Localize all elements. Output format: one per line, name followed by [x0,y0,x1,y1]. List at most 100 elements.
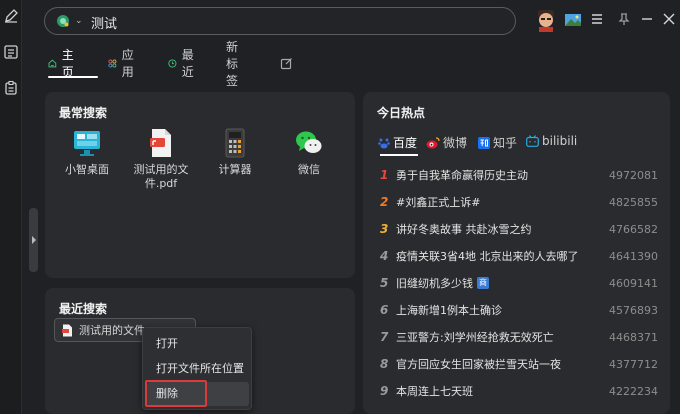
hot-title[interactable]: 勇于自我革命赢得历史主动 [396,167,528,183]
zhihu-icon [478,136,490,149]
app-tile-wechat[interactable]: 微信 [279,128,339,177]
delete-highlight-box [145,380,207,407]
hot-count: 4972081 [609,168,658,182]
hot-title-text: 本周连上七天班 [396,385,473,398]
hot-item[interactable]: 6 上海新增1例本土确诊 4576893 [380,300,662,320]
hot-title-text: 旧缝纫机多少钱 [396,277,473,290]
active-tab-indicator [48,76,98,78]
pin-icon[interactable] [617,12,631,26]
tab-label: 最近 [181,48,194,79]
frequent-title: 最常搜索 [59,106,108,120]
source-tab-zhihu[interactable]: 知乎 [478,134,517,151]
hot-title[interactable]: 本周连上七天班 [396,383,473,399]
menu-icon[interactable] [590,12,604,26]
active-source-indicator [380,154,418,156]
hot-count: 4766582 [609,222,658,236]
hot-item[interactable]: 7 三亚警方:刘学州经抢救无效死亡 4468371 [380,327,662,347]
weibo-icon [426,136,440,148]
avatar[interactable] [535,8,557,32]
edit-tab-icon [280,57,292,69]
hot-count: 4377712 [609,357,658,371]
desktop-icon [74,131,100,156]
bilibili-icon [526,135,539,147]
chevron-down-icon[interactable]: ⌄ [75,16,83,26]
hot-count: 4641390 [609,249,658,263]
source-label: bilibili [542,134,578,148]
hot-rank: 2 [380,195,389,209]
source-label: 知乎 [493,136,518,150]
search-engine-icon[interactable] [56,14,70,28]
hot-title[interactable]: 官方回应女生回家被拦雪天站一夜 [396,356,561,372]
tab-apps[interactable]: 应用 [108,48,138,79]
hot-title[interactable]: 三亚警方:刘学州经抢救无效死亡 [396,329,554,345]
hot-rank: 9 [380,384,389,398]
pdf-file-icon [150,129,171,157]
clock-icon [168,58,177,68]
hot-item[interactable]: 5 旧缝纫机多少钱商 4609141 [380,273,662,293]
hot-title-text: 疫情关联3省4地 北京出来的人去哪了 [396,250,579,263]
wallpaper-icon[interactable] [565,14,581,26]
tab-home[interactable]: 主页 [48,48,78,79]
hot-item[interactable]: 9 本周连上七天班 4222234 [380,381,662,401]
tab-label: 主页 [61,48,74,79]
hot-item[interactable]: 2 #刘鑫正式上诉# 4825855 [380,192,662,212]
recent-title: 最近搜索 [59,302,108,316]
calculator-icon [225,128,245,158]
hot-title[interactable]: 旧缝纫机多少钱商 [396,275,489,291]
menu-item-open-location[interactable]: 打开文件所在位置 [147,357,249,381]
hot-title[interactable]: 上海新增1例本土确诊 [396,302,502,318]
calendar-list-icon[interactable] [3,44,19,60]
minimize-icon[interactable] [640,12,654,26]
hot-count: 4825855 [609,195,658,209]
hot-title: 今日热点 [377,106,426,120]
tab-edit[interactable] [280,52,293,74]
menu-item-open[interactable]: 打开 [147,332,249,356]
hot-rank: 3 [380,222,389,236]
hot-item[interactable]: 4 疫情关联3省4地 北京出来的人去哪了 4641390 [380,246,662,266]
search-input[interactable]: 测试 [91,13,117,32]
hot-rank: 8 [380,357,389,371]
hot-title[interactable]: 讲好冬奥故事 共赴冰雪之约 [396,221,532,237]
hot-title[interactable]: #刘鑫正式上诉# [396,194,480,210]
pdf-file-icon [62,324,72,336]
hot-item[interactable]: 1 勇于自我革命赢得历史主动 4972081 [380,165,662,185]
hot-count: 4222234 [609,384,658,398]
hot-title-text: #刘鑫正式上诉# [396,196,481,209]
search-bar[interactable]: ⌄ 测试 [44,7,516,35]
panel-collapse-handle[interactable] [29,208,38,272]
app-label: 计算器 [218,163,252,176]
close-icon[interactable] [662,12,676,26]
hot-count: 4468371 [609,330,658,344]
hot-rank: 6 [380,303,389,317]
source-tab-bilibili[interactable]: bilibili [526,134,577,148]
home-icon [48,58,57,67]
clipboard-icon[interactable] [3,80,19,96]
app-tile-pdf[interactable]: 测试用的文件.pdf [131,128,191,191]
hot-rank: 5 [380,276,389,290]
app-label: 小智桌面 [65,163,109,176]
app-tile-calculator[interactable]: 计算器 [205,128,265,177]
pen-icon[interactable] [3,8,19,24]
frequent-searches-card: 最常搜索 小智桌面 测试用的文件.pdf 计算器 微信 [45,92,355,278]
app-tile-desktop[interactable]: 小智桌面 [57,128,117,177]
tab-recent[interactable]: 最近 [168,48,198,79]
hot-count: 4576893 [609,303,658,317]
ad-badge: 商 [477,277,489,289]
source-label: 百度 [393,136,418,150]
hot-count: 4609141 [609,276,658,290]
wechat-icon [296,131,322,153]
tab-new[interactable]: 新标签 [226,40,238,88]
hot-title[interactable]: 疫情关联3省4地 北京出来的人去哪了 [396,248,579,264]
tab-label: 应用 [121,48,134,79]
hot-title-text: 官方回应女生回家被拦雪天站一夜 [396,358,561,371]
source-tab-baidu[interactable]: 百度 [378,134,417,151]
hot-item[interactable]: 3 讲好冬奥故事 共赴冰雪之约 4766582 [380,219,662,239]
source-label: 微博 [443,136,468,150]
baidu-icon [378,138,390,148]
apps-icon [108,59,117,67]
hot-item[interactable]: 8 官方回应女生回家被拦雪天站一夜 4377712 [380,354,662,374]
hot-title-text: 上海新增1例本土确诊 [396,304,502,317]
app-label: 测试用的文件.pdf [133,163,189,190]
source-tab-weibo[interactable]: 微博 [426,134,467,151]
tab-label: 新标签 [226,39,239,88]
